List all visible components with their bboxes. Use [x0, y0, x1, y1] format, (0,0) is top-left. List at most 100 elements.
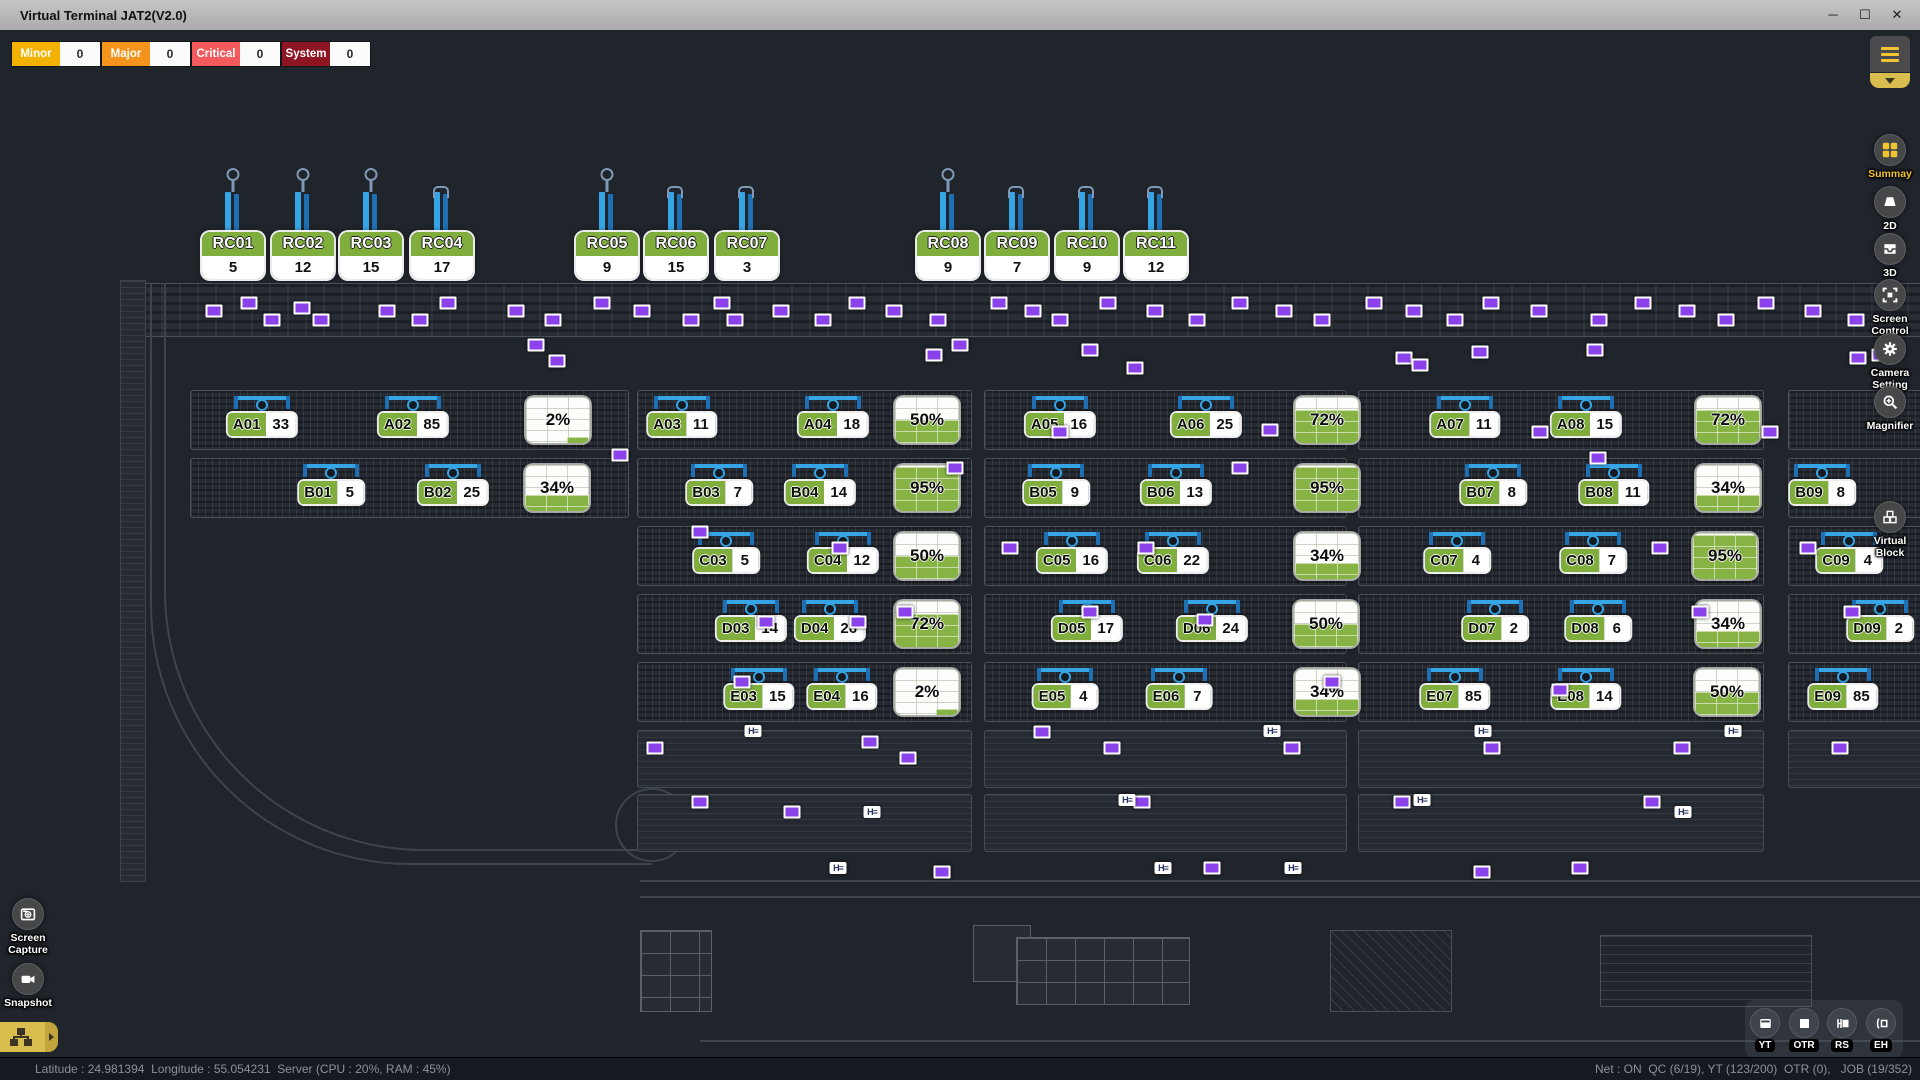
toggle-yt[interactable]: YT: [1750, 1008, 1780, 1052]
equipment-marker[interactable]: H≡: [1155, 862, 1172, 874]
block-label-a01[interactable]: A0133: [228, 413, 296, 436]
crane-label-rc11[interactable]: RC1112: [1125, 232, 1187, 279]
crane-label-rc05[interactable]: RC059: [576, 232, 638, 279]
container-marker[interactable]: [1591, 314, 1608, 327]
container-marker[interactable]: [313, 314, 330, 327]
container-marker[interactable]: [528, 339, 545, 352]
container-marker[interactable]: [379, 305, 396, 318]
block-label-e05[interactable]: E054: [1034, 685, 1097, 708]
container-marker[interactable]: [1552, 684, 1569, 697]
toggle-otr[interactable]: OTR: [1789, 1008, 1819, 1052]
equipment-marker[interactable]: H≡: [1264, 725, 1281, 737]
container-marker[interactable]: [1532, 426, 1549, 439]
crane-label-rc04[interactable]: RC0417: [411, 232, 473, 279]
container-marker[interactable]: [1805, 305, 1822, 318]
container-marker[interactable]: [1025, 305, 1042, 318]
equipment-marker[interactable]: H≡: [1414, 794, 1431, 806]
container-marker[interactable]: [926, 349, 943, 362]
container-marker[interactable]: [1276, 305, 1293, 318]
block-label-c08[interactable]: C087: [1561, 549, 1625, 572]
container-marker[interactable]: [612, 449, 629, 462]
occupancy-badge[interactable]: 2%: [894, 668, 960, 716]
container-marker[interactable]: [508, 305, 525, 318]
container-marker[interactable]: [1396, 352, 1413, 365]
tool-snapshot[interactable]: Snapshot: [0, 963, 56, 1009]
block-label-b03[interactable]: B037: [687, 481, 751, 504]
occupancy-badge[interactable]: 95%: [1692, 532, 1758, 580]
container-marker[interactable]: [1147, 305, 1164, 318]
container-marker[interactable]: [1052, 426, 1069, 439]
container-marker[interactable]: [947, 462, 964, 475]
container-marker[interactable]: [1232, 462, 1249, 475]
container-marker[interactable]: [1844, 606, 1861, 619]
toggle-rs[interactable]: RS: [1827, 1008, 1857, 1052]
block-label-c03[interactable]: C035: [694, 549, 758, 572]
block-label-b09[interactable]: B098: [1790, 481, 1854, 504]
block-label-a03[interactable]: A0311: [648, 413, 715, 436]
container-marker[interactable]: [1412, 359, 1429, 372]
container-marker[interactable]: [1406, 305, 1423, 318]
container-marker[interactable]: [1484, 742, 1501, 755]
equipment-marker[interactable]: H≡: [1119, 794, 1136, 806]
equipment-marker[interactable]: H≡: [745, 725, 762, 737]
container-marker[interactable]: [832, 542, 849, 555]
occupancy-badge[interactable]: 72%: [1294, 396, 1360, 444]
occupancy-badge[interactable]: 2%: [525, 396, 591, 444]
block-label-a08[interactable]: A0815: [1552, 413, 1620, 436]
container-marker[interactable]: [1262, 424, 1279, 437]
container-marker[interactable]: [1082, 344, 1099, 357]
block-label-e07[interactable]: E0785: [1421, 685, 1488, 708]
minimize-button[interactable]: ─: [1818, 3, 1848, 27]
container-marker[interactable]: [758, 616, 775, 629]
container-marker[interactable]: [1652, 542, 1669, 555]
container-marker[interactable]: [1832, 742, 1849, 755]
container-marker[interactable]: [1587, 344, 1604, 357]
container-marker[interactable]: [545, 314, 562, 327]
crane-label-rc02[interactable]: RC0212: [272, 232, 334, 279]
container-marker[interactable]: [1635, 297, 1652, 310]
container-marker[interactable]: [734, 676, 751, 689]
container-marker[interactable]: [1590, 452, 1607, 465]
crane-label-rc09[interactable]: RC097: [986, 232, 1048, 279]
sidebar-item-2d[interactable]: 2D: [1864, 186, 1916, 232]
container-marker[interactable]: [1189, 314, 1206, 327]
crane-label-rc01[interactable]: RC015: [202, 232, 264, 279]
container-marker[interactable]: [1366, 297, 1383, 310]
alarm-minor[interactable]: Minor0: [12, 42, 100, 66]
container-marker[interactable]: [1197, 614, 1214, 627]
container-marker[interactable]: [1692, 606, 1709, 619]
block-label-b06[interactable]: B0613: [1142, 481, 1210, 504]
container-marker[interactable]: [1052, 314, 1069, 327]
container-marker[interactable]: [594, 297, 611, 310]
container-marker[interactable]: [683, 314, 700, 327]
crane-label-rc03[interactable]: RC0315: [340, 232, 402, 279]
block-label-a06[interactable]: A0625: [1172, 413, 1240, 436]
sidebar-item-3d[interactable]: 3D: [1864, 233, 1916, 279]
crane-label-rc07[interactable]: RC073: [716, 232, 778, 279]
container-marker[interactable]: [1848, 314, 1865, 327]
close-button[interactable]: ✕: [1882, 3, 1912, 27]
container-marker[interactable]: [1679, 305, 1696, 318]
block-label-d03[interactable]: D0314: [717, 617, 785, 640]
layout-panel-tab[interactable]: [0, 1022, 58, 1052]
sidebar-item-camera-setting[interactable]: Camera Setting: [1864, 333, 1916, 391]
container-marker[interactable]: [692, 526, 709, 539]
container-marker[interactable]: [1314, 314, 1331, 327]
container-marker[interactable]: [1472, 346, 1489, 359]
container-marker[interactable]: [1324, 676, 1341, 689]
container-marker[interactable]: [727, 314, 744, 327]
container-marker[interactable]: [934, 866, 951, 879]
block-label-a04[interactable]: A0418: [799, 413, 867, 436]
block-label-c07[interactable]: C074: [1425, 549, 1489, 572]
tool-screen-capture[interactable]: Screen Capture: [0, 898, 56, 956]
block-label-b07[interactable]: B078: [1461, 481, 1525, 504]
equipment-marker[interactable]: H≡: [1725, 725, 1742, 737]
occupancy-badge[interactable]: 50%: [1694, 668, 1760, 716]
maximize-button[interactable]: ☐: [1850, 3, 1880, 27]
container-marker[interactable]: [897, 606, 914, 619]
container-marker[interactable]: [206, 305, 223, 318]
container-marker[interactable]: [1674, 742, 1691, 755]
container-marker[interactable]: [1100, 297, 1117, 310]
block-label-a02[interactable]: A0285: [379, 413, 447, 436]
container-marker[interactable]: [714, 297, 731, 310]
